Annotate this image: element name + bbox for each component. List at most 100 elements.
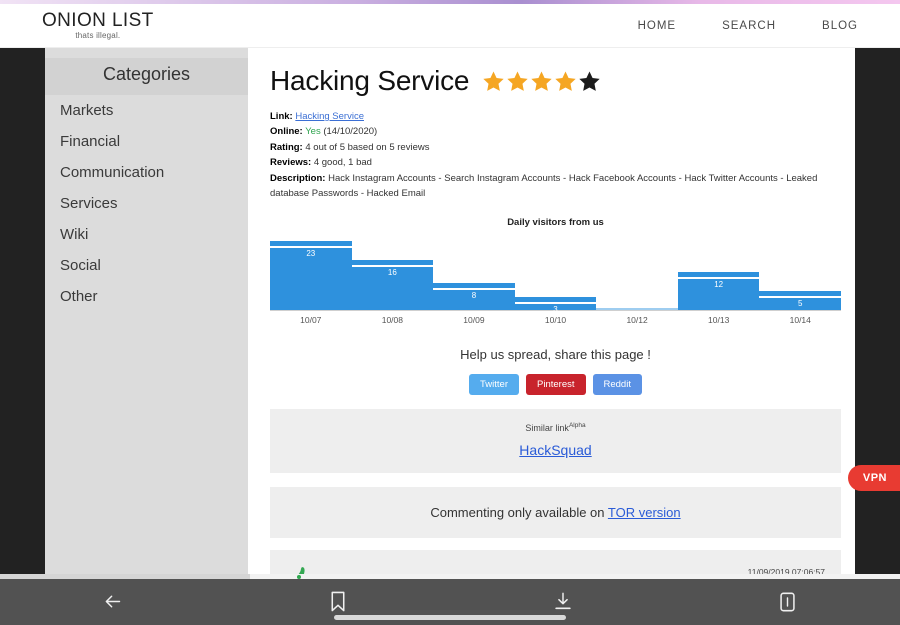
- sidebar-item-markets[interactable]: Markets: [45, 95, 248, 126]
- chart-x-tick: 10/13: [708, 315, 730, 326]
- sidebar-item-wiki[interactable]: Wiki: [45, 219, 248, 250]
- similar-link-panel: Similar linkAlpha HackSquad: [270, 409, 841, 474]
- chart-bar: 23: [270, 246, 352, 311]
- chart-bar-column: 5: [759, 238, 842, 311]
- back-button[interactable]: [0, 591, 225, 612]
- similar-link-anchor[interactable]: HackSquad: [519, 442, 591, 458]
- page-viewport: Categories Markets Financial Communicati…: [0, 48, 900, 578]
- meta-link-row: Link: Hacking Service: [270, 109, 841, 124]
- scroll-position-dot: [297, 574, 301, 579]
- commenting-notice: Commenting only available on TOR version: [270, 500, 841, 525]
- download-icon: [554, 592, 571, 610]
- categories-sidebar: Categories Markets Financial Communicati…: [45, 48, 248, 578]
- chart-bar-column: 16: [351, 238, 434, 311]
- sidebar-item-services[interactable]: Services: [45, 188, 248, 219]
- share-heading: Help us spread, share this page !: [460, 347, 651, 363]
- sidebar-item-social[interactable]: Social: [45, 250, 248, 281]
- bookmark-icon: [331, 591, 344, 612]
- chart-bar-column: 8: [433, 238, 515, 311]
- chart-bar-column: [596, 238, 678, 311]
- similar-link-superscript: Alpha: [568, 422, 586, 430]
- sidebar-title: Categories: [45, 58, 248, 95]
- meta-reviews-row: Reviews: 4 good, 1 bad: [270, 155, 841, 170]
- home-indicator: [334, 615, 566, 620]
- listing-link[interactable]: Hacking Service: [295, 111, 364, 122]
- chart-bar-column: 23: [270, 238, 352, 311]
- site-header: ONION LIST thats illegal. HOME SEARCH BL…: [0, 4, 900, 48]
- chart-bars: 23 16 8 3 12 5: [270, 238, 842, 314]
- commenting-notice-text: Commenting only available on: [430, 505, 608, 521]
- chart-bar-column: 3: [514, 238, 597, 314]
- bookmark-button[interactable]: [225, 591, 450, 612]
- tor-version-link[interactable]: TOR version: [608, 505, 681, 520]
- meta-rating-row: Rating: 4 out of 5 based on 5 reviews: [270, 140, 841, 155]
- star-filled-icon: [507, 71, 528, 91]
- chart-bar-column: 12: [677, 238, 760, 311]
- chart-x-tick: 10/12: [626, 315, 648, 326]
- tabs-button[interactable]: [675, 592, 900, 612]
- page-title: Hacking Service: [270, 65, 470, 96]
- visitors-chart: Daily visitors from us 23 16 8 3 12 5 10/07 10…: [270, 217, 842, 326]
- similar-link-label: Similar linkAlpha: [270, 422, 841, 433]
- chart-bar: 12: [677, 277, 760, 311]
- online-status-value: Yes: [305, 126, 321, 138]
- sidebar-item-other[interactable]: Other: [45, 281, 248, 312]
- logo-title: ONION LIST: [42, 10, 154, 31]
- tabs-icon: [780, 592, 795, 611]
- chart-x-tick: 10/08: [381, 315, 403, 326]
- chart-bar: 8: [433, 288, 515, 311]
- download-button[interactable]: [450, 591, 675, 612]
- sidebar-item-financial[interactable]: Financial: [45, 126, 248, 157]
- chart-bar: 5: [759, 296, 842, 311]
- chart-bar-value: 23: [306, 249, 316, 259]
- chart-bar-value: 12: [714, 280, 724, 290]
- chart-bar: 16: [351, 265, 434, 311]
- page-content: Categories Markets Financial Communicati…: [45, 48, 855, 578]
- meta-online-label: Online:: [270, 126, 303, 138]
- chart-x-tick: 10/07: [300, 315, 322, 326]
- meta-online-row: Online: Yes (14/10/2020): [270, 124, 841, 139]
- star-filled-icon: [483, 71, 504, 91]
- main-nav: HOME SEARCH BLOG: [638, 20, 876, 32]
- description-value: Hack Instagram Accounts - Search Instagr…: [270, 172, 818, 199]
- meta-description-label: Description:: [270, 172, 326, 184]
- sidebar-item-communication[interactable]: Communication: [45, 157, 248, 188]
- browser-bottom-bar: [0, 574, 900, 625]
- vpn-badge[interactable]: VPN: [847, 465, 900, 491]
- listing-title-row: Hacking Service: [270, 65, 841, 97]
- share-twitter-button[interactable]: Twitter: [469, 374, 519, 396]
- browser-screen: ONION LIST thats illegal. HOME SEARCH BL…: [0, 0, 900, 625]
- chart-bar-value: 5: [798, 299, 803, 309]
- reviews-value: 4 good, 1 bad: [313, 157, 372, 169]
- share-reddit-button[interactable]: Reddit: [592, 374, 642, 396]
- meta-reviews-label: Reviews:: [270, 157, 312, 169]
- nav-item-blog[interactable]: BLOG: [822, 20, 858, 32]
- site-logo[interactable]: ONION LIST thats illegal.: [42, 11, 154, 40]
- online-date: (14/10/2020): [323, 126, 378, 138]
- chart-bar: 3: [514, 302, 597, 314]
- star-filled-icon: [555, 71, 576, 91]
- chart-bar-value: 16: [387, 268, 397, 278]
- share-section: Help us spread, share this page ! Twitte…: [270, 347, 841, 396]
- nav-item-home[interactable]: HOME: [638, 20, 677, 32]
- back-arrow-icon: [105, 595, 121, 608]
- chart-bar-value: 3: [553, 305, 558, 315]
- logo-subtitle: thats illegal.: [75, 31, 121, 40]
- similar-link-text: Similar link: [525, 423, 569, 434]
- share-pinterest-button[interactable]: Pinterest: [526, 374, 586, 396]
- page-scroll-track[interactable]: [0, 574, 900, 579]
- chart-x-tick: 10/14: [789, 315, 811, 326]
- page-scroll-thumb[interactable]: [0, 574, 250, 579]
- rating-value: 4 out of 5 based on 5 reviews: [305, 141, 430, 153]
- nav-item-search[interactable]: SEARCH: [722, 20, 776, 32]
- commenting-panel: Commenting only available on TOR version: [270, 487, 841, 539]
- chart-title: Daily visitors from us: [507, 217, 604, 229]
- star-filled-icon: [531, 71, 552, 91]
- listing-content: Hacking Service Link: Hacking Service On…: [248, 48, 855, 578]
- share-buttons: Twitter Pinterest Reddit: [270, 374, 841, 396]
- chart-bar-value: 8: [471, 291, 477, 301]
- listing-meta: Link: Hacking Service Online: Yes (14/10…: [270, 109, 841, 201]
- meta-link-label: Link:: [270, 111, 293, 122]
- meta-description-row: Description: Hack Instagram Accounts - S…: [270, 171, 841, 202]
- rating-stars: [482, 70, 601, 93]
